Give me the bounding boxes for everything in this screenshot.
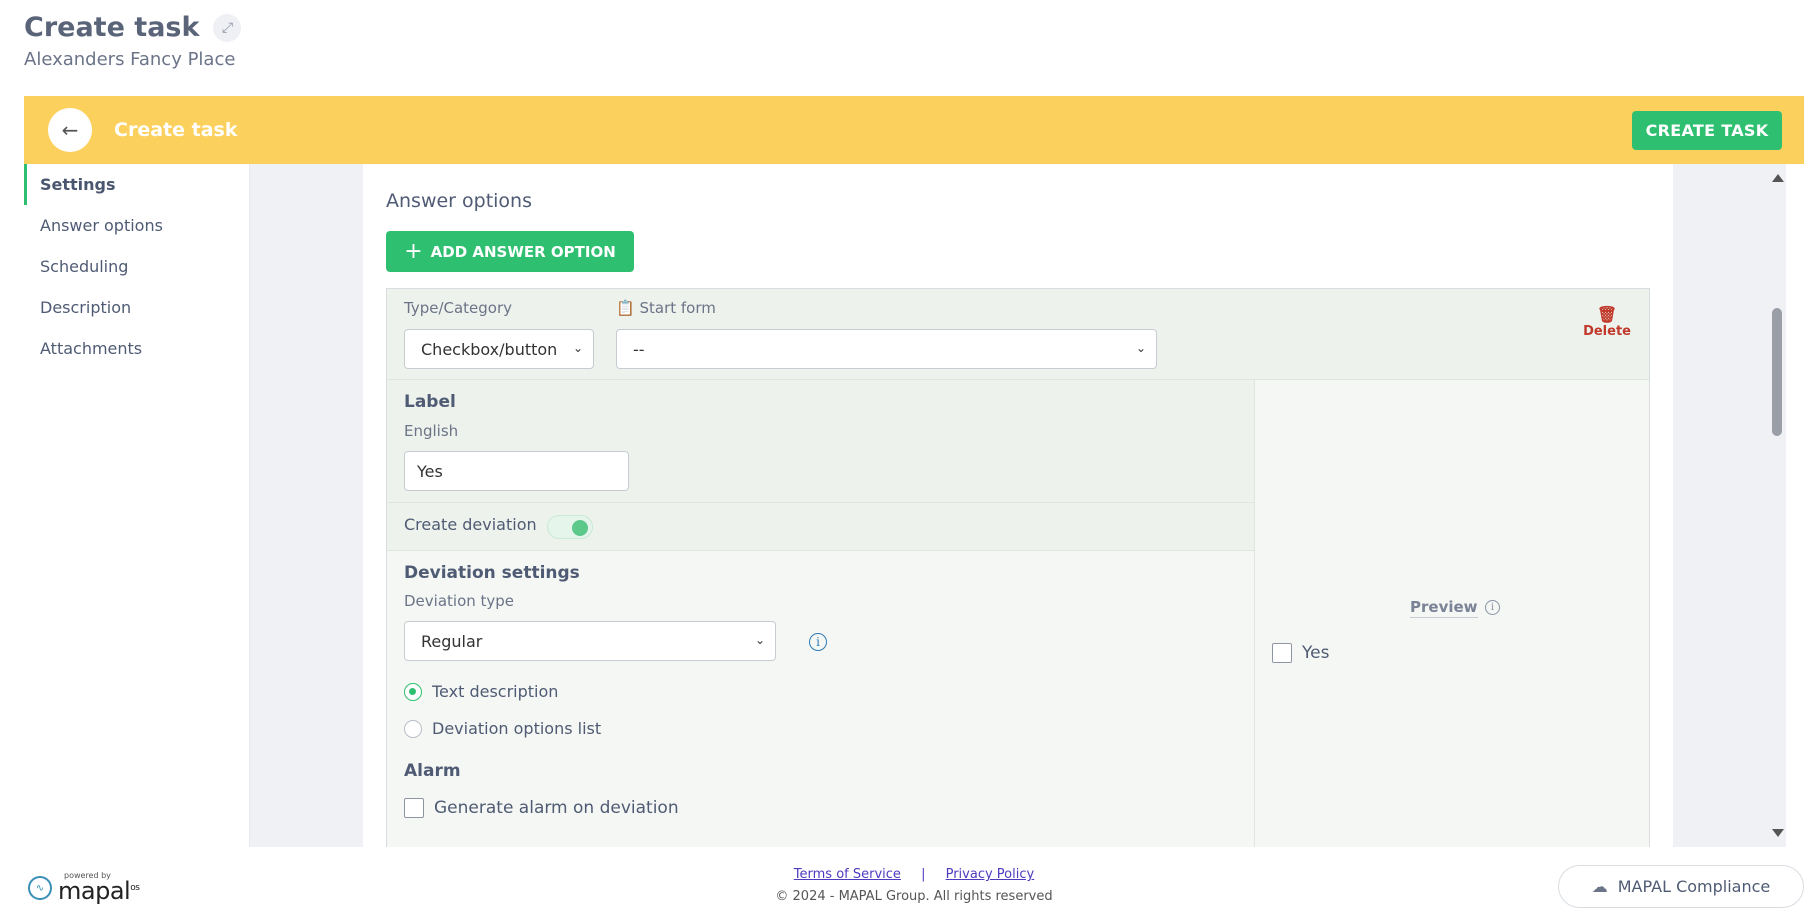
chevron-down-icon: ⌄ — [754, 633, 765, 647]
sidebar-item-answer-options[interactable]: Answer options — [24, 205, 249, 246]
alarm-checkbox-label: Generate alarm on deviation — [434, 798, 679, 818]
add-answer-option-label: ADD ANSWER OPTION — [430, 242, 616, 261]
topbar: ← Create task CREATE TASK — [24, 96, 1804, 164]
type-category-select[interactable]: Checkbox/button ⌄ — [404, 329, 594, 369]
create-deviation-toggle[interactable] — [547, 515, 593, 539]
mapal-compliance-label: MAPAL Compliance — [1617, 877, 1771, 896]
chevron-down-icon: ⌄ — [1135, 341, 1146, 355]
sidebar-item-attachments[interactable]: Attachments — [24, 328, 249, 369]
footer-links: Terms of Service | Privacy Policy — [24, 867, 1804, 882]
type-category-value: Checkbox/button — [421, 339, 558, 359]
main-content: Answer options + ADD ANSWER OPTION Type/… — [250, 164, 1786, 847]
label-input[interactable]: Yes — [404, 451, 629, 491]
back-arrow-icon[interactable]: ← — [48, 108, 92, 152]
terms-of-service-link[interactable]: Terms of Service — [794, 867, 901, 882]
start-form-value: -- — [633, 339, 645, 359]
radio-deviation-options-list[interactable]: Deviation options list — [404, 719, 601, 738]
alarm-checkbox[interactable]: Generate alarm on deviation — [404, 798, 679, 818]
privacy-policy-link[interactable]: Privacy Policy — [946, 867, 1035, 882]
option-settings-column: Label English Yes Create deviation Devia… — [387, 380, 1254, 847]
checkbox-icon — [1272, 643, 1292, 663]
preview-label: Preview — [1410, 598, 1478, 618]
sidebar-item-scheduling[interactable]: Scheduling — [24, 246, 249, 287]
create-deviation-label: Create deviation — [404, 515, 537, 534]
start-form-label: Start form — [639, 299, 716, 317]
info-icon[interactable]: i — [809, 633, 827, 651]
create-task-button[interactable]: CREATE TASK — [1632, 111, 1782, 150]
deviation-type-label: Deviation type — [404, 592, 515, 610]
expand-icon[interactable]: ⤢ — [213, 13, 242, 42]
radio-text-description[interactable]: Text description — [404, 682, 558, 701]
create-deviation-row: Create deviation — [387, 503, 1254, 551]
chevron-down-icon: ⌄ — [572, 341, 583, 355]
answer-option-header: Type/Category Checkbox/button ⌄ 📋 Start … — [387, 289, 1649, 380]
mapal-compliance-button[interactable]: ☁ MAPAL Compliance — [1558, 865, 1804, 908]
answer-options-card: Answer options + ADD ANSWER OPTION Type/… — [363, 164, 1673, 847]
checkbox-icon — [404, 798, 424, 818]
answer-option-box: Type/Category Checkbox/button ⌄ 📋 Start … — [386, 288, 1650, 847]
deviation-type-value: Regular — [421, 631, 483, 651]
page-header: Create task ⤢ Alexanders Fancy Place — [24, 12, 242, 70]
copyright: © 2024 - MAPAL Group. All rights reserve… — [775, 889, 1053, 904]
language-label: English — [404, 422, 459, 440]
preview-option[interactable]: Yes — [1272, 643, 1329, 663]
toggle-knob — [572, 520, 588, 536]
delete-button[interactable]: 🗑 Delete — [1583, 305, 1631, 339]
start-form-label-wrap: 📋 Start form — [616, 299, 716, 317]
delete-label: Delete — [1583, 324, 1631, 339]
sidebar-item-description[interactable]: Description — [24, 287, 249, 328]
label-heading: Label — [404, 392, 456, 412]
topbar-title: Create task — [114, 119, 238, 141]
cloud-icon: ☁ — [1591, 877, 1608, 896]
preview-option-label: Yes — [1302, 643, 1330, 663]
scroll-down-arrow-icon[interactable] — [1772, 829, 1784, 837]
section-title: Answer options — [386, 190, 532, 212]
footer: powered by ∿ mapalos Terms of Service | … — [24, 847, 1804, 917]
link-separator: | — [921, 867, 926, 882]
label-section: Label English Yes — [387, 380, 1254, 503]
alarm-heading: Alarm — [404, 761, 461, 781]
radio-options-list-label: Deviation options list — [432, 719, 602, 738]
scrollbar[interactable] — [1768, 164, 1786, 847]
deviation-type-select[interactable]: Regular ⌄ — [404, 621, 776, 661]
plus-icon: + — [404, 239, 423, 264]
add-answer-option-button[interactable]: + ADD ANSWER OPTION — [386, 231, 634, 272]
start-form-select[interactable]: -- ⌄ — [616, 329, 1157, 369]
scroll-up-arrow-icon[interactable] — [1772, 174, 1784, 182]
preview-column: Preview i Yes — [1254, 380, 1649, 847]
clipboard-icon: 📋 — [616, 299, 635, 317]
page-title: Create task — [24, 12, 200, 43]
radio-unselected-icon — [404, 719, 422, 738]
info-icon[interactable]: i — [1485, 600, 1500, 615]
radio-selected-icon — [404, 682, 422, 701]
type-category-label: Type/Category — [404, 299, 513, 317]
trash-icon: 🗑 — [1596, 305, 1618, 324]
radio-text-description-label: Text description — [432, 682, 559, 701]
sidebar-item-settings[interactable]: Settings — [24, 164, 249, 205]
deviation-settings-heading: Deviation settings — [404, 563, 580, 583]
page-subtitle: Alexanders Fancy Place — [24, 49, 236, 70]
sidebar: Settings Answer options Scheduling Descr… — [24, 164, 250, 847]
scroll-thumb[interactable] — [1772, 308, 1782, 436]
